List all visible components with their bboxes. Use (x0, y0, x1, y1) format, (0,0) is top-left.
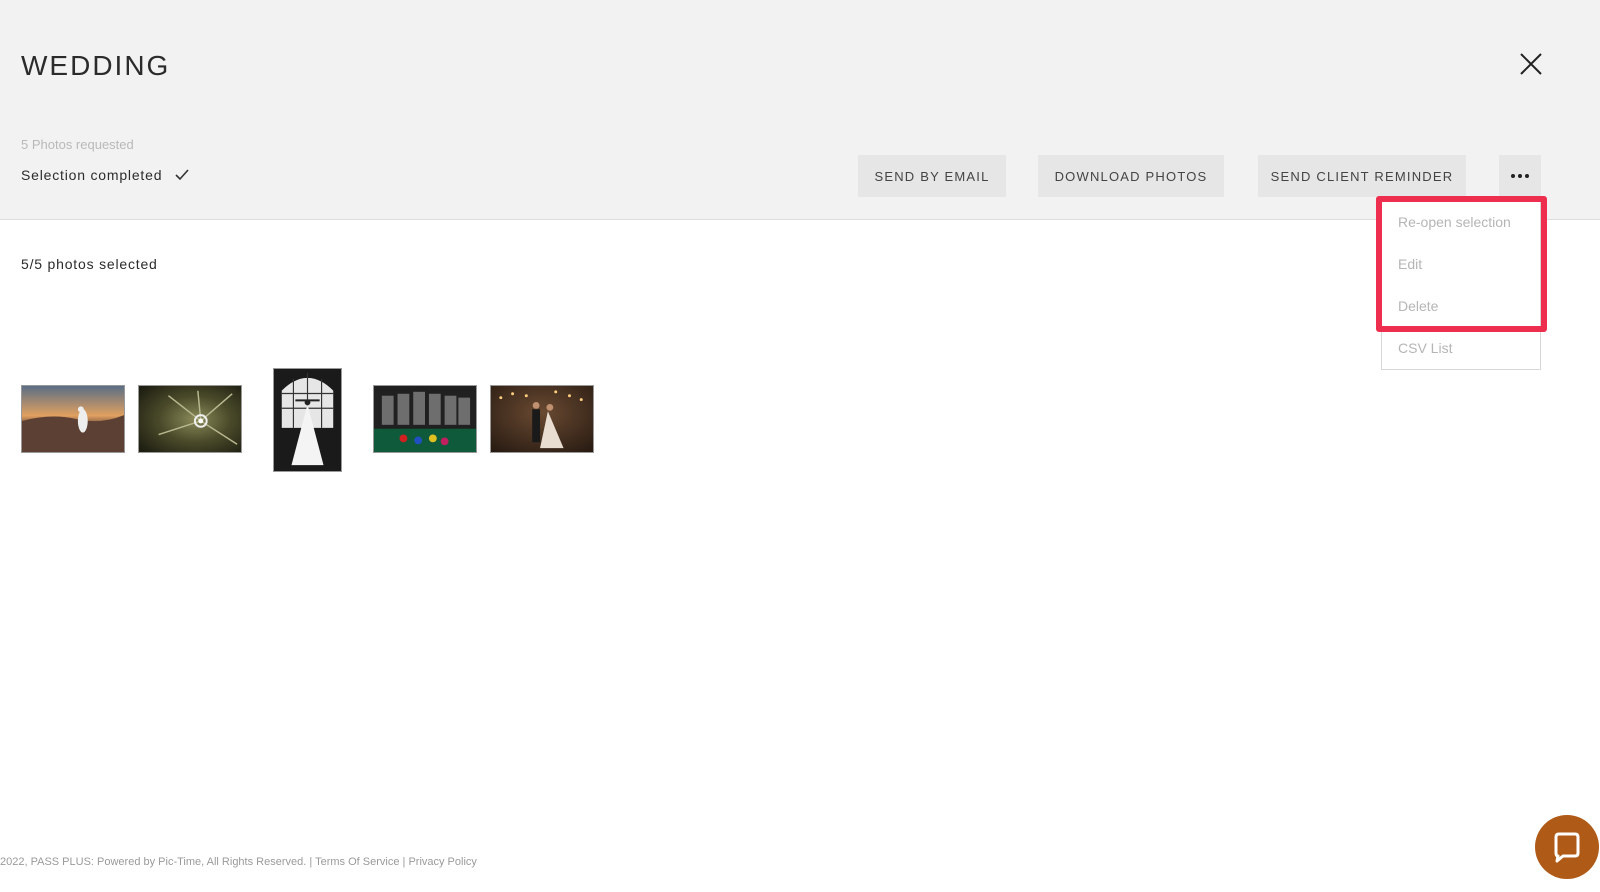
more-dots-icon (1511, 174, 1529, 178)
terms-of-service-link[interactable]: Terms Of Service (315, 856, 399, 868)
footer-separator: | (309, 856, 313, 868)
photo-thumbnail[interactable] (21, 385, 125, 453)
photo-thumbnail[interactable] (138, 385, 242, 453)
footer-separator: | (402, 856, 406, 868)
close-icon (1520, 53, 1542, 75)
photo-thumbnail[interactable] (373, 385, 477, 453)
photos-requested-text: 5 Photos requested (21, 137, 134, 152)
page-title: WEDDING (21, 50, 171, 81)
photo-thumbnail[interactable] (273, 368, 342, 472)
groomsmen-billiards-photo-icon (374, 386, 476, 452)
header-panel: WEDDING 5 Photos requested Selection com… (0, 0, 1600, 220)
chat-button[interactable] (1535, 815, 1599, 879)
privacy-policy-link[interactable]: Privacy Policy (408, 856, 476, 868)
send-client-reminder-button[interactable]: SEND CLIENT REMINDER (1258, 155, 1466, 197)
selection-status: Selection completed (21, 167, 190, 183)
chat-bubble-icon (1554, 832, 1580, 863)
couple-night-photo-icon (491, 386, 593, 452)
highlight-annotation-box (1376, 196, 1547, 332)
status-label: Selection completed (21, 167, 163, 183)
bride-window-photo-icon (274, 369, 341, 471)
send-by-email-button[interactable]: SEND BY EMAIL (858, 155, 1006, 197)
download-photos-button[interactable]: DOWNLOAD PHOTOS (1038, 155, 1224, 197)
footer: 2022, PASS PLUS: Powered by Pic-Time, Al… (0, 856, 477, 868)
footer-copyright: 2022, PASS PLUS: Powered by Pic-Time, Al… (0, 856, 307, 868)
checkmark-icon (175, 169, 189, 181)
ring-flower-photo-icon (139, 386, 241, 452)
couple-sunset-photo-icon (22, 386, 124, 452)
more-options-button[interactable] (1499, 155, 1541, 197)
selected-count-text: 5/5 photos selected (21, 256, 158, 272)
photo-thumbnail[interactable] (490, 385, 594, 453)
menu-item-csv-list[interactable]: CSV List (1398, 340, 1452, 356)
close-button[interactable] (1515, 48, 1547, 80)
